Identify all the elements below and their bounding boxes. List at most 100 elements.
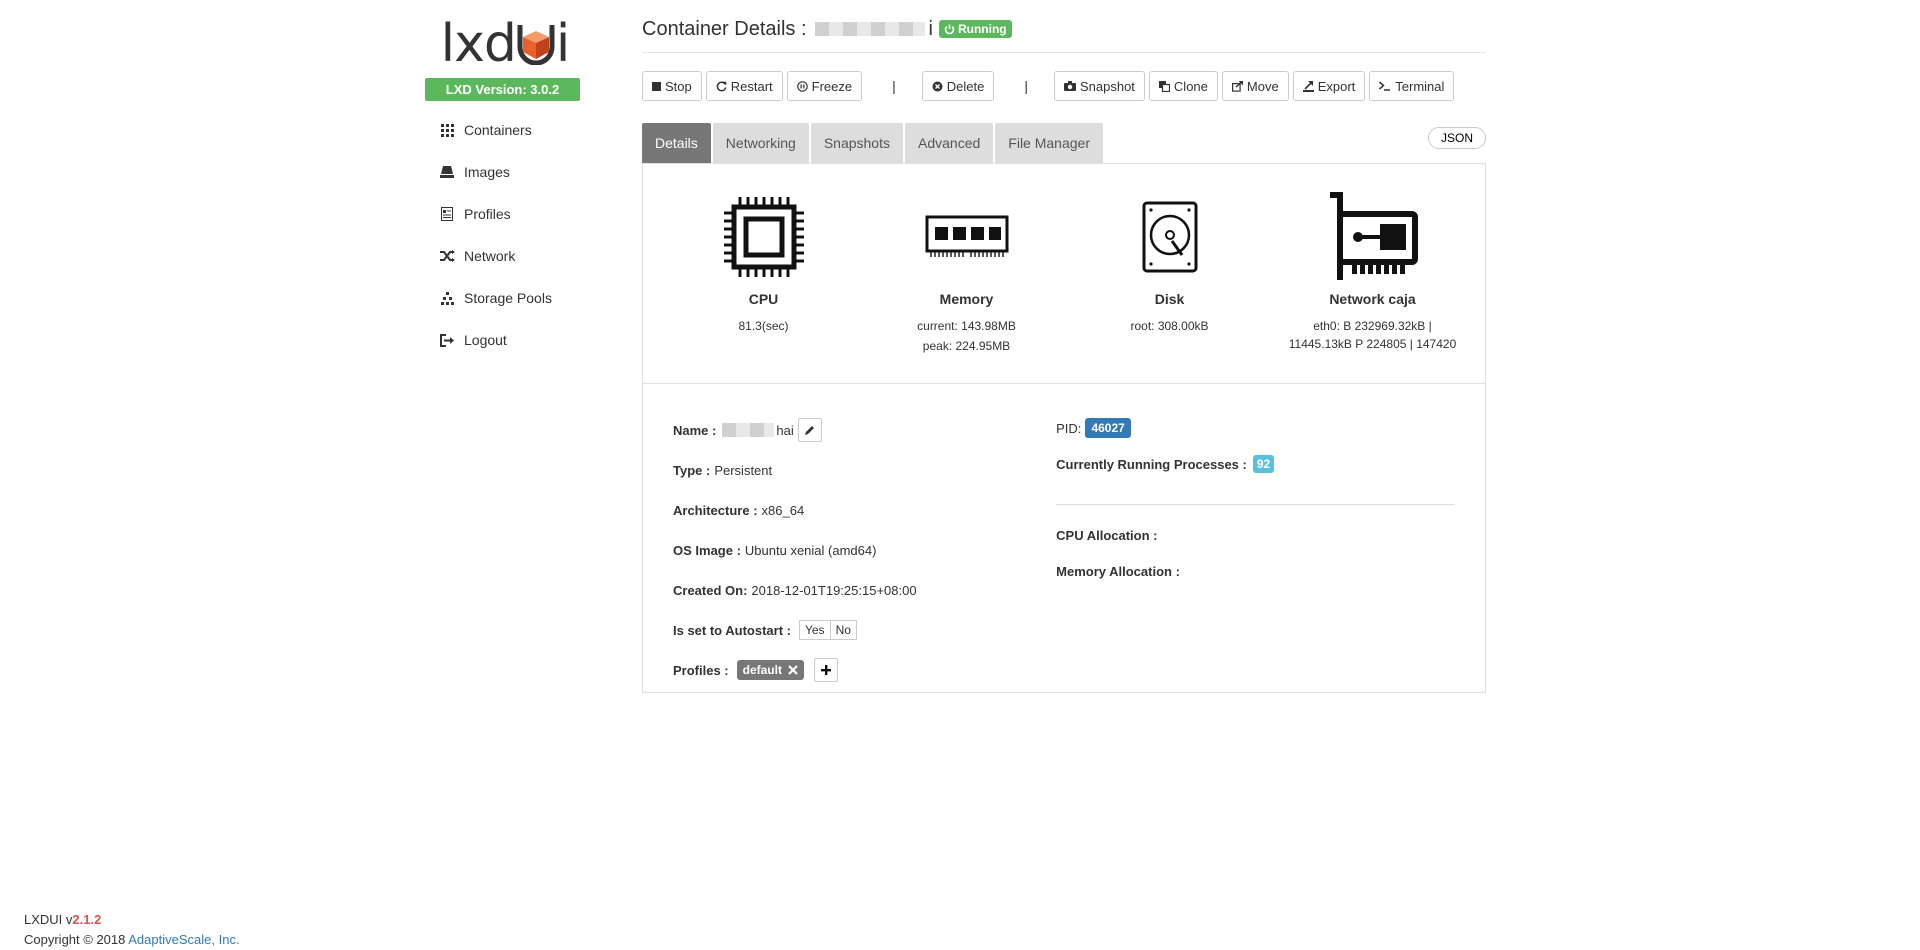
main-content: Container Details : i Running Stop Resta… xyxy=(642,0,1486,693)
status-badge: Running xyxy=(938,20,1012,38)
memory-current: current: 143.98MB xyxy=(917,319,1016,333)
restart-button[interactable]: Restart xyxy=(705,71,783,101)
processes-badge: 92 xyxy=(1252,455,1275,473)
plus-icon xyxy=(820,665,831,675)
stop-button[interactable]: Stop xyxy=(642,71,702,101)
pencil-icon xyxy=(805,425,815,435)
sidebar-item-containers[interactable]: Containers xyxy=(439,109,585,151)
container-name-tail: i xyxy=(928,17,933,40)
version-number: 2.1.2 xyxy=(72,912,102,927)
tab-file-manager[interactable]: File Manager xyxy=(995,123,1103,163)
sidebar-item-storage-pools[interactable]: Storage Pools xyxy=(439,277,585,319)
memory-ram-icon xyxy=(865,195,1068,279)
export-button[interactable]: Export xyxy=(1292,71,1366,101)
memory-allocation-label: Memory Allocation : xyxy=(1056,563,1180,579)
snapshot-label: Snapshot xyxy=(1079,78,1135,94)
architecture-label: Architecture : xyxy=(673,502,758,518)
terminal-button[interactable]: Terminal xyxy=(1369,71,1455,101)
divider xyxy=(1056,504,1455,505)
name-value-tail: hai xyxy=(776,422,794,438)
tab-details[interactable]: Details xyxy=(642,123,711,163)
footer: LXDUI v2.1.2 Copyright © 2018 AdaptiveSc… xyxy=(24,910,240,950)
sidebar-item-label: Storage Pools xyxy=(464,290,552,306)
memory-title: Memory xyxy=(939,291,994,307)
logo-text-prefix: lxd xyxy=(440,14,517,74)
lxdui-logo[interactable]: lxd i xyxy=(425,16,585,74)
copyright-text: Copyright © 2018 xyxy=(24,932,126,947)
details-panel: CPU 81.3(sec) Memory current: 143.98MB p… xyxy=(642,163,1486,693)
profile-tag-label: default xyxy=(742,663,782,677)
app-name: LXDUI v xyxy=(24,912,73,927)
sidebar-item-images[interactable]: Images xyxy=(439,151,585,193)
images-icon xyxy=(439,164,455,180)
cpu-allocation-label: CPU Allocation : xyxy=(1056,527,1158,543)
tab-snapshots[interactable]: Snapshots xyxy=(810,123,903,163)
created-on-row: Created On: 2018-12-01T19:25:15+08:00 xyxy=(673,570,1056,610)
camera-icon xyxy=(1063,81,1076,91)
pid-label: PID: xyxy=(1056,420,1082,436)
logo-text-suffix: i xyxy=(555,14,570,74)
profiles-label: Profiles : xyxy=(673,662,729,678)
tab-networking[interactable]: Networking xyxy=(712,123,809,163)
network-title: Network caja xyxy=(1329,291,1416,307)
tab-advanced[interactable]: Advanced xyxy=(905,123,994,163)
name-row: Name : hai xyxy=(673,410,1056,450)
sidebar-item-label: Containers xyxy=(464,122,532,138)
profiles-icon xyxy=(439,206,455,222)
sidebar-item-label: Profiles xyxy=(464,206,511,222)
toolbar-separator: | xyxy=(892,78,896,94)
page-title: Container Details : xyxy=(642,17,807,40)
sidebar-item-network[interactable]: Network xyxy=(439,235,585,277)
stop-icon xyxy=(652,81,661,91)
terminal-label: Terminal xyxy=(1395,78,1445,94)
company-link[interactable]: AdaptiveScale, Inc. xyxy=(128,932,239,947)
share-icon xyxy=(1231,80,1243,92)
type-row: Type : Persistent xyxy=(673,450,1056,490)
details-right-column: PID: 46027 Currently Running Processes :… xyxy=(1056,410,1455,690)
restart-label: Restart xyxy=(730,78,773,94)
disk-value: root: 308.00kB xyxy=(1130,319,1209,333)
clone-label: Clone xyxy=(1173,78,1208,94)
clone-icon xyxy=(1158,80,1170,92)
delete-label: Delete xyxy=(946,78,985,94)
freeze-button[interactable]: Freeze xyxy=(786,71,863,101)
freeze-label: Freeze xyxy=(811,78,853,94)
type-value: Persistent xyxy=(714,462,773,478)
os-image-value: Ubuntu xenial (amd64) xyxy=(744,542,877,558)
status-text: Running xyxy=(957,22,1007,36)
pid-badge: 46027 xyxy=(1085,418,1131,438)
redacted-container-name xyxy=(814,22,925,36)
cpu-value: 81.3(sec) xyxy=(738,319,789,333)
tab-bar: Details Networking Snapshots Advanced Fi… xyxy=(642,121,1486,163)
page-header: Container Details : i Running xyxy=(642,6,1486,53)
network-value: eth0: B 232969.32kB | 11445.13kB P 22480… xyxy=(1288,319,1457,351)
json-button[interactable]: JSON xyxy=(1427,127,1486,149)
pause-circle-icon xyxy=(796,80,808,92)
add-profile-button[interactable] xyxy=(813,658,838,682)
snapshot-button[interactable]: Snapshot xyxy=(1053,71,1145,101)
move-label: Move xyxy=(1246,78,1279,94)
disk-resource: Disk root: 308.00kB xyxy=(1068,164,1271,383)
autostart-yes-button[interactable]: Yes xyxy=(800,621,830,639)
edit-name-button[interactable] xyxy=(797,418,822,442)
toolbar-separator: | xyxy=(1024,78,1028,94)
profiles-row: Profiles : default xyxy=(673,650,1056,690)
refresh-icon xyxy=(716,81,727,91)
autostart-no-button[interactable]: No xyxy=(829,621,856,639)
sidebar-item-profiles[interactable]: Profiles xyxy=(439,193,585,235)
stop-label: Stop xyxy=(665,78,692,94)
grid-icon xyxy=(439,122,455,138)
cpu-resource: CPU 81.3(sec) xyxy=(662,164,865,383)
delete-button[interactable]: Delete xyxy=(921,71,995,101)
cpu-allocation-row: CPU Allocation : xyxy=(1056,517,1455,553)
sidebar-item-label: Network xyxy=(464,248,516,264)
network-shuffle-icon xyxy=(439,248,455,264)
sidebar: lxd i LXD Version: 3.0.2 Containers Image… xyxy=(425,16,585,361)
remove-profile-icon[interactable] xyxy=(788,665,798,675)
move-button[interactable]: Move xyxy=(1221,71,1289,101)
copyright: Copyright © 2018 AdaptiveScale, Inc. xyxy=(24,930,240,950)
clone-button[interactable]: Clone xyxy=(1148,71,1218,101)
profile-tag-default: default xyxy=(736,660,804,680)
sidebar-item-logout[interactable]: Logout xyxy=(439,319,585,361)
memory-allocation-row: Memory Allocation : xyxy=(1056,553,1455,589)
